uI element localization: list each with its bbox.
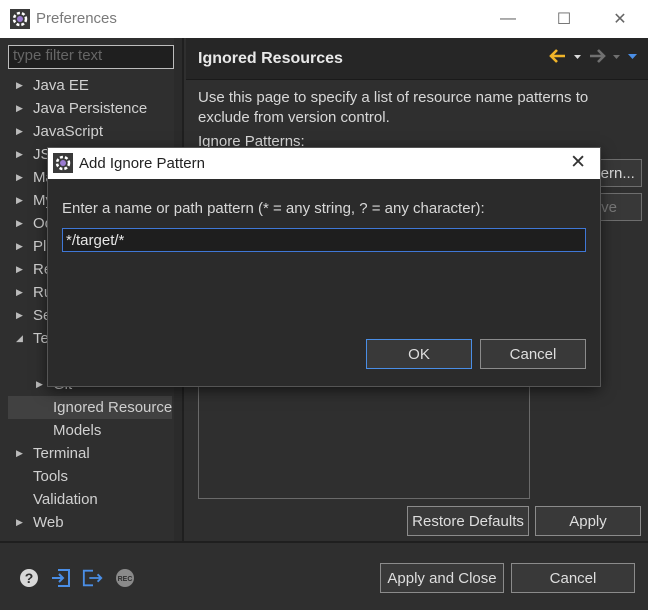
back-arrow-icon[interactable] <box>549 48 567 64</box>
page-title: Ignored Resources <box>198 50 343 67</box>
filter-input[interactable]: type filter text <box>8 45 174 69</box>
expanded-arrow-icon[interactable]: ◢ <box>16 327 23 350</box>
collapsed-arrow-icon[interactable]: ▶ <box>16 74 23 97</box>
tree-item-label: JavaScript <box>33 123 104 140</box>
tree-item[interactable]: Tools <box>0 465 172 488</box>
collapsed-arrow-icon[interactable]: ▶ <box>16 281 23 304</box>
apply-button[interactable]: Apply <box>535 506 641 536</box>
dialog-titlebar: Add Ignore Pattern ✕ <box>48 148 600 179</box>
collapsed-arrow-icon[interactable]: ▶ <box>16 189 23 212</box>
window-close-button[interactable]: ✕ <box>592 0 648 38</box>
tree-item-label: Models <box>53 422 102 439</box>
pattern-input[interactable] <box>62 228 586 252</box>
ok-button[interactable]: OK <box>366 339 472 369</box>
dialog-close-icon[interactable]: ✕ <box>570 151 586 174</box>
preferences-gear-icon <box>10 9 30 29</box>
dialog-gear-icon <box>53 153 73 173</box>
minimize-button[interactable]: — <box>480 0 536 38</box>
tree-item[interactable]: Models <box>0 419 172 442</box>
collapsed-arrow-icon[interactable]: ▶ <box>36 373 43 396</box>
collapsed-arrow-icon[interactable]: ▶ <box>16 511 23 534</box>
forward-dropdown-icon[interactable] <box>612 48 621 64</box>
tree-item[interactable]: ▶ Java EE <box>0 74 172 97</box>
tree-item-label: Terminal <box>33 445 90 462</box>
window-title: Preferences <box>36 10 117 27</box>
main-header: Ignored Resources <box>186 38 648 80</box>
maximize-button[interactable]: ☐ <box>536 0 592 38</box>
tree-item-label: Java Persistence <box>33 100 148 117</box>
collapsed-arrow-icon[interactable]: ▶ <box>16 166 23 189</box>
collapsed-arrow-icon[interactable]: ▶ <box>16 212 23 235</box>
restore-defaults-button[interactable]: Restore Defaults <box>407 506 529 536</box>
bottom-icons: ? REC <box>18 567 136 589</box>
tree-item-label: Web <box>33 514 64 531</box>
page-description: Use this page to specify a list of resou… <box>198 89 589 126</box>
tree-item[interactable]: ▶ Java Persistence <box>0 97 172 120</box>
record-label: REC <box>118 576 133 583</box>
collapsed-arrow-icon[interactable]: ▶ <box>16 442 23 465</box>
collapsed-arrow-icon[interactable]: ▶ <box>16 235 23 258</box>
window-titlebar: Preferences — ☐ ✕ <box>0 0 648 38</box>
collapsed-arrow-icon[interactable]: ▶ <box>16 143 23 166</box>
tree-item[interactable]: Validation <box>0 488 172 511</box>
dialog-title: Add Ignore Pattern <box>79 155 205 172</box>
tree-item[interactable]: ▶ JavaScript <box>0 120 172 143</box>
export-icon[interactable] <box>82 567 104 589</box>
back-dropdown-icon[interactable] <box>573 48 582 64</box>
tree-item-label: Te <box>33 330 49 347</box>
collapsed-arrow-icon[interactable]: ▶ <box>16 97 23 120</box>
filter-placeholder: type filter text <box>13 47 103 64</box>
nav-icons <box>549 48 638 64</box>
record-icon[interactable]: REC <box>114 567 136 589</box>
tree-item-label: Validation <box>33 491 98 508</box>
cancel-button[interactable]: Cancel <box>511 563 635 593</box>
apply-and-close-button[interactable]: Apply and Close <box>380 563 504 593</box>
view-menu-icon[interactable] <box>627 48 638 64</box>
import-icon[interactable] <box>50 567 72 589</box>
svg-text:?: ? <box>25 570 34 586</box>
collapsed-arrow-icon[interactable]: ▶ <box>16 258 23 281</box>
add-ignore-pattern-dialog: Add Ignore Pattern ✕ Enter a name or pat… <box>48 148 600 386</box>
help-icon[interactable]: ? <box>18 567 40 589</box>
dialog-prompt: Enter a name or path pattern (* = any st… <box>62 200 485 217</box>
window-controls: — ☐ ✕ <box>480 0 648 38</box>
collapsed-arrow-icon[interactable]: ▶ <box>16 304 23 327</box>
tree-item[interactable]: Ignored Resources <box>8 396 172 419</box>
dialog-cancel-button[interactable]: Cancel <box>480 339 586 369</box>
tree-item-label: Java EE <box>33 77 89 94</box>
forward-arrow-icon[interactable] <box>588 48 606 64</box>
tree-item-label: Tools <box>33 468 69 485</box>
bottom-bar: ? REC Apply and Close Cancel <box>0 541 648 610</box>
tree-item[interactable]: ▶ Web <box>0 511 172 534</box>
tree-item[interactable]: ▶ Terminal <box>0 442 172 465</box>
collapsed-arrow-icon[interactable]: ▶ <box>16 120 23 143</box>
tree-item-label: Ignored Resources <box>53 399 172 416</box>
